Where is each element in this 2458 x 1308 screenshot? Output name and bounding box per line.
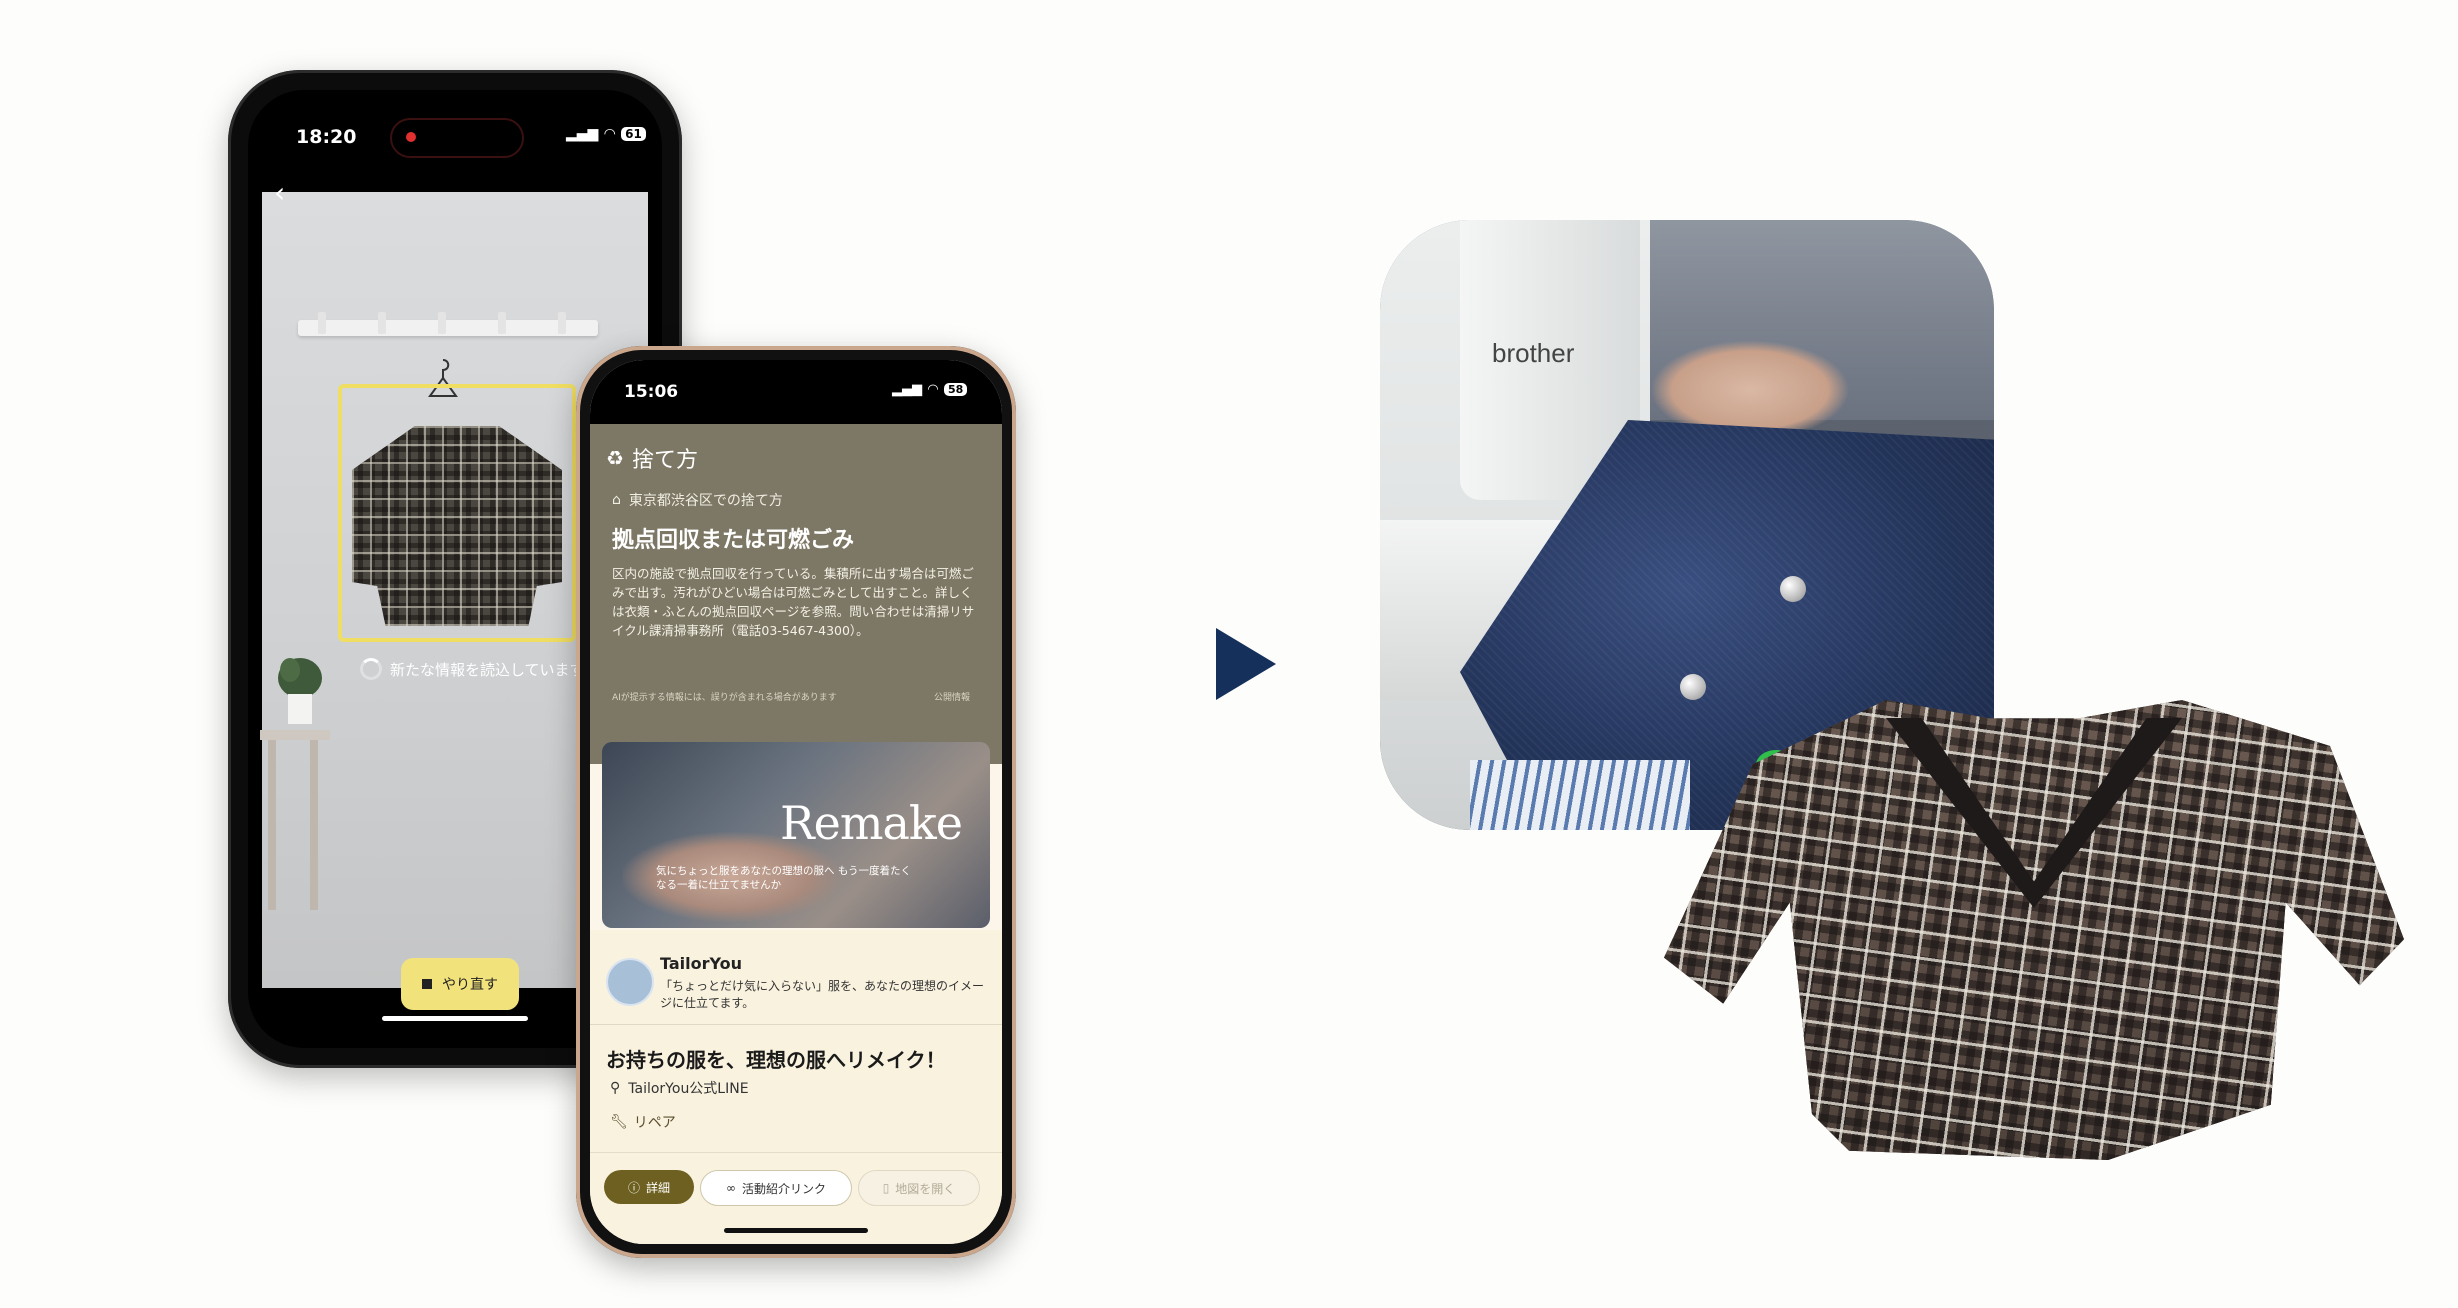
remade-shirt-image bbox=[1664, 700, 2404, 1160]
map-icon: ▯ bbox=[882, 1181, 890, 1195]
checked-shirt-body bbox=[1664, 700, 2404, 1160]
detail-button[interactable]: ⓘ 詳細 bbox=[604, 1170, 694, 1204]
service-headline: お持ちの服を、理想の服へリメイク！ bbox=[606, 1048, 946, 1072]
coat-rack bbox=[298, 312, 598, 336]
org-description: 「ちょっとだけ気に入らない」服を、あなたの理想のイメージに仕立てます。 bbox=[660, 979, 985, 1010]
battery-icon: 58 bbox=[944, 383, 968, 396]
status-bar: 15:06 ▂▄▆ ◠ 58 bbox=[590, 360, 1002, 424]
activity-link-label: 活動紹介リンク bbox=[741, 1181, 826, 1196]
location-text: 東京都渋谷区での捨て方 bbox=[628, 493, 783, 509]
guide-screen: 15:06 ▂▄▆ ◠ 58 ♻ 捨て方 ⌂ 東京都渋谷区での捨て方 拠点回収ま… bbox=[590, 360, 1002, 1244]
org-name: TailorYou bbox=[660, 954, 742, 973]
disposal-header: ♻ 捨て方 bbox=[606, 442, 698, 474]
account-row: ⚲ TailorYou公式LINE bbox=[610, 1078, 749, 1098]
activity-link-button[interactable]: ∞ 活動紹介リンク bbox=[700, 1170, 852, 1206]
status-indicators: ▂▄▆ ◠ 61 bbox=[566, 126, 646, 142]
banner-subtitle: 気にちょっと服をあなたの理想の服へ もう一度着たくなる一着に仕立てませんか bbox=[656, 865, 912, 891]
location-pin-icon: ⚲ bbox=[610, 1080, 621, 1096]
home-indicator bbox=[724, 1228, 868, 1233]
arrow-right-icon bbox=[1216, 628, 1276, 700]
signal-icon: ▂▄▆ bbox=[566, 126, 599, 142]
dynamic-island bbox=[390, 118, 524, 158]
signal-icon: ▂▄▆ bbox=[892, 382, 922, 397]
divider bbox=[590, 1152, 1002, 1153]
plant-image bbox=[278, 658, 322, 724]
divider bbox=[590, 1024, 1002, 1025]
status-indicators: ▂▄▆ ◠ 58 bbox=[892, 382, 968, 397]
scan-status-text: 新たな情報を読込しています bbox=[390, 660, 585, 679]
home-icon: ⌂ bbox=[612, 492, 621, 508]
banner-title: Remake bbox=[780, 796, 963, 850]
button-stud bbox=[1780, 576, 1806, 602]
striped-fabric-image bbox=[1470, 760, 1690, 830]
scan-status: 新たな情報を読込しています bbox=[360, 658, 585, 680]
battery-icon: 61 bbox=[621, 127, 646, 141]
wifi-icon: ◠ bbox=[928, 382, 938, 397]
wrench-icon: 🔧︎ bbox=[610, 1114, 628, 1130]
recycle-icon: ♻ bbox=[606, 446, 624, 470]
stop-icon bbox=[422, 979, 432, 989]
retry-label: やり直す bbox=[442, 977, 498, 993]
open-map-button[interactable]: ▯ 地図を開く bbox=[858, 1170, 980, 1206]
disposal-method: 拠点回収または可燃ごみ bbox=[612, 528, 855, 553]
side-table-image bbox=[260, 730, 330, 910]
loading-spinner-icon bbox=[360, 658, 382, 680]
remake-banner[interactable]: Remake 気にちょっと服をあなたの理想の服へ もう一度着たくなる一着に仕立て… bbox=[602, 742, 990, 928]
status-time: 18:20 bbox=[296, 126, 357, 148]
machine-brand: brother bbox=[1492, 338, 1575, 368]
dynamic-island bbox=[738, 374, 856, 406]
account-text: TailorYou公式LINE bbox=[628, 1081, 749, 1097]
retry-button[interactable]: やり直す bbox=[401, 958, 519, 1010]
detection-box bbox=[338, 384, 576, 642]
category-tag: 🔧︎ リペア bbox=[610, 1112, 676, 1132]
source-label[interactable]: 公開情報 bbox=[934, 690, 970, 703]
disposal-description: 区内の施設で拠点回収を行っている。集積所に出す場合は可燃ごみで出す。汚れがひどい… bbox=[612, 566, 975, 638]
button-stud bbox=[1680, 674, 1706, 700]
back-icon[interactable]: ‹ bbox=[274, 176, 285, 209]
wifi-icon: ◠ bbox=[604, 126, 616, 142]
guide-phone: 15:06 ▂▄▆ ◠ 58 ♻ 捨て方 ⌂ 東京都渋谷区での捨て方 拠点回収ま… bbox=[576, 346, 1016, 1258]
category-text: リペア bbox=[633, 1115, 676, 1131]
detail-label: 詳細 bbox=[646, 1180, 671, 1195]
link-icon: ∞ bbox=[725, 1181, 736, 1195]
ai-disclaimer: AIが提示する情報には、誤りが含まれる場合があります bbox=[612, 693, 837, 703]
disposal-title: 捨て方 bbox=[631, 448, 698, 473]
checked-shirt-image bbox=[352, 426, 562, 626]
info-icon: ⓘ bbox=[627, 1180, 640, 1195]
open-map-label: 地図を開く bbox=[895, 1181, 956, 1196]
home-indicator bbox=[382, 1016, 528, 1021]
location-row: ⌂ 東京都渋谷区での捨て方 bbox=[612, 490, 783, 510]
status-time: 15:06 bbox=[624, 382, 679, 402]
avatar bbox=[606, 958, 654, 1006]
recording-indicator-icon bbox=[406, 132, 416, 142]
